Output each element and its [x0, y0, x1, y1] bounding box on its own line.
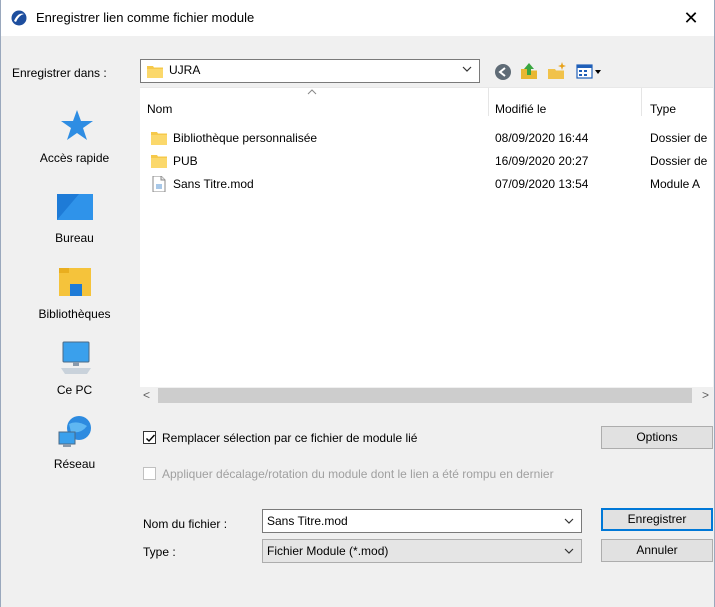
apply-offset-checkbox[interactable]	[143, 467, 156, 480]
folder-icon	[151, 155, 167, 168]
checkmark-icon	[146, 434, 156, 443]
file-list[interactable]: Nom Modifié le Type Bibliothèque personn…	[140, 87, 713, 404]
folder-icon	[151, 132, 167, 145]
scrollbar-thumb[interactable]	[158, 388, 692, 403]
close-icon: ✕	[683, 8, 699, 28]
file-row[interactable]: Bibliothèque personnalisée 08/09/2020 16…	[140, 128, 713, 150]
place-libraries[interactable]: Bibliothèques	[16, 264, 133, 321]
place-label: Ce PC	[56, 383, 93, 397]
save-dialog: Enregistrer lien comme fichier module ✕ …	[0, 0, 715, 607]
save-button[interactable]: Enregistrer	[601, 508, 713, 531]
current-folder-name: UJRA	[169, 63, 201, 77]
file-name-label: Nom du fichier :	[143, 517, 228, 531]
place-desktop[interactable]: Bureau	[16, 188, 133, 245]
place-this-pc[interactable]: Ce PC	[16, 340, 133, 397]
file-modified: 16/09/2020 20:27	[495, 154, 589, 168]
place-quick-access[interactable]: Accès rapide	[16, 108, 133, 165]
libraries-icon	[58, 268, 91, 296]
folder-icon	[147, 66, 163, 78]
scroll-left-icon[interactable]: <	[143, 387, 150, 404]
file-modified: 08/09/2020 16:44	[495, 131, 589, 145]
file-type-dropdown[interactable]: Fichier Module (*.mod)	[262, 539, 582, 563]
column-divider[interactable]	[641, 88, 642, 116]
file-type: Dossier de	[650, 154, 708, 168]
file-name: Bibliothèque personnalisée	[173, 131, 318, 145]
window-title: Enregistrer lien comme fichier module	[36, 10, 255, 25]
file-type-value: Fichier Module (*.mod)	[267, 544, 389, 558]
file-name-combobox[interactable]: Sans Titre.mod	[262, 509, 582, 533]
apply-offset-label: Appliquer décalage/rotation du module do…	[162, 467, 554, 481]
save-in-dropdown[interactable]: UJRA	[140, 59, 480, 83]
app-logo-icon	[11, 10, 27, 26]
file-type: Module A	[650, 177, 701, 191]
file-name-value: Sans Titre.mod	[267, 514, 348, 528]
place-network[interactable]: Réseau	[16, 414, 133, 471]
file-type: Dossier de	[650, 131, 708, 145]
place-label: Réseau	[53, 457, 96, 471]
quick-access-star-icon	[60, 110, 93, 140]
column-divider[interactable]	[488, 88, 489, 116]
scroll-right-icon[interactable]: >	[702, 387, 709, 404]
chevron-down-icon[interactable]	[563, 515, 575, 527]
up-folder-icon[interactable]	[519, 61, 539, 81]
network-icon	[58, 416, 91, 447]
new-folder-icon[interactable]	[547, 61, 567, 81]
file-row[interactable]: PUB 16/09/2020 20:27 Dossier de	[140, 151, 713, 173]
cancel-button[interactable]: Annuler	[601, 539, 713, 562]
replace-selection-checkbox[interactable]	[143, 431, 156, 444]
file-name: PUB	[173, 154, 198, 168]
save-in-label: Enregistrer dans :	[12, 66, 107, 80]
column-header-name[interactable]: Nom	[147, 102, 172, 116]
computer-icon	[60, 341, 91, 374]
sort-ascending-icon	[307, 89, 317, 95]
module-file-icon	[152, 176, 166, 192]
file-name: Sans Titre.mod	[173, 177, 254, 191]
title-bar: Enregistrer lien comme fichier module ✕	[1, 0, 714, 36]
desktop-icon	[56, 194, 93, 220]
file-type-label: Type :	[143, 545, 176, 559]
options-button[interactable]: Options	[601, 426, 713, 449]
close-button[interactable]: ✕	[676, 4, 706, 32]
view-menu-icon[interactable]	[575, 62, 605, 82]
place-label: Accès rapide	[39, 151, 110, 165]
column-header-type[interactable]: Type	[650, 102, 676, 116]
place-label: Bibliothèques	[38, 307, 111, 321]
file-modified: 07/09/2020 13:54	[495, 177, 589, 191]
back-icon[interactable]	[493, 62, 513, 82]
file-row[interactable]: Sans Titre.mod 07/09/2020 13:54 Module A	[140, 174, 713, 196]
chevron-down-icon[interactable]	[563, 545, 575, 557]
column-header-modified[interactable]: Modifié le	[495, 102, 546, 116]
chevron-down-icon	[462, 66, 472, 72]
places-bar: Accès rapide Bureau Bibliothèques Ce PC …	[16, 96, 133, 596]
replace-selection-label: Remplacer sélection par ce fichier de mo…	[162, 431, 418, 445]
horizontal-scrollbar[interactable]: < >	[140, 387, 713, 404]
place-label: Bureau	[55, 231, 94, 245]
